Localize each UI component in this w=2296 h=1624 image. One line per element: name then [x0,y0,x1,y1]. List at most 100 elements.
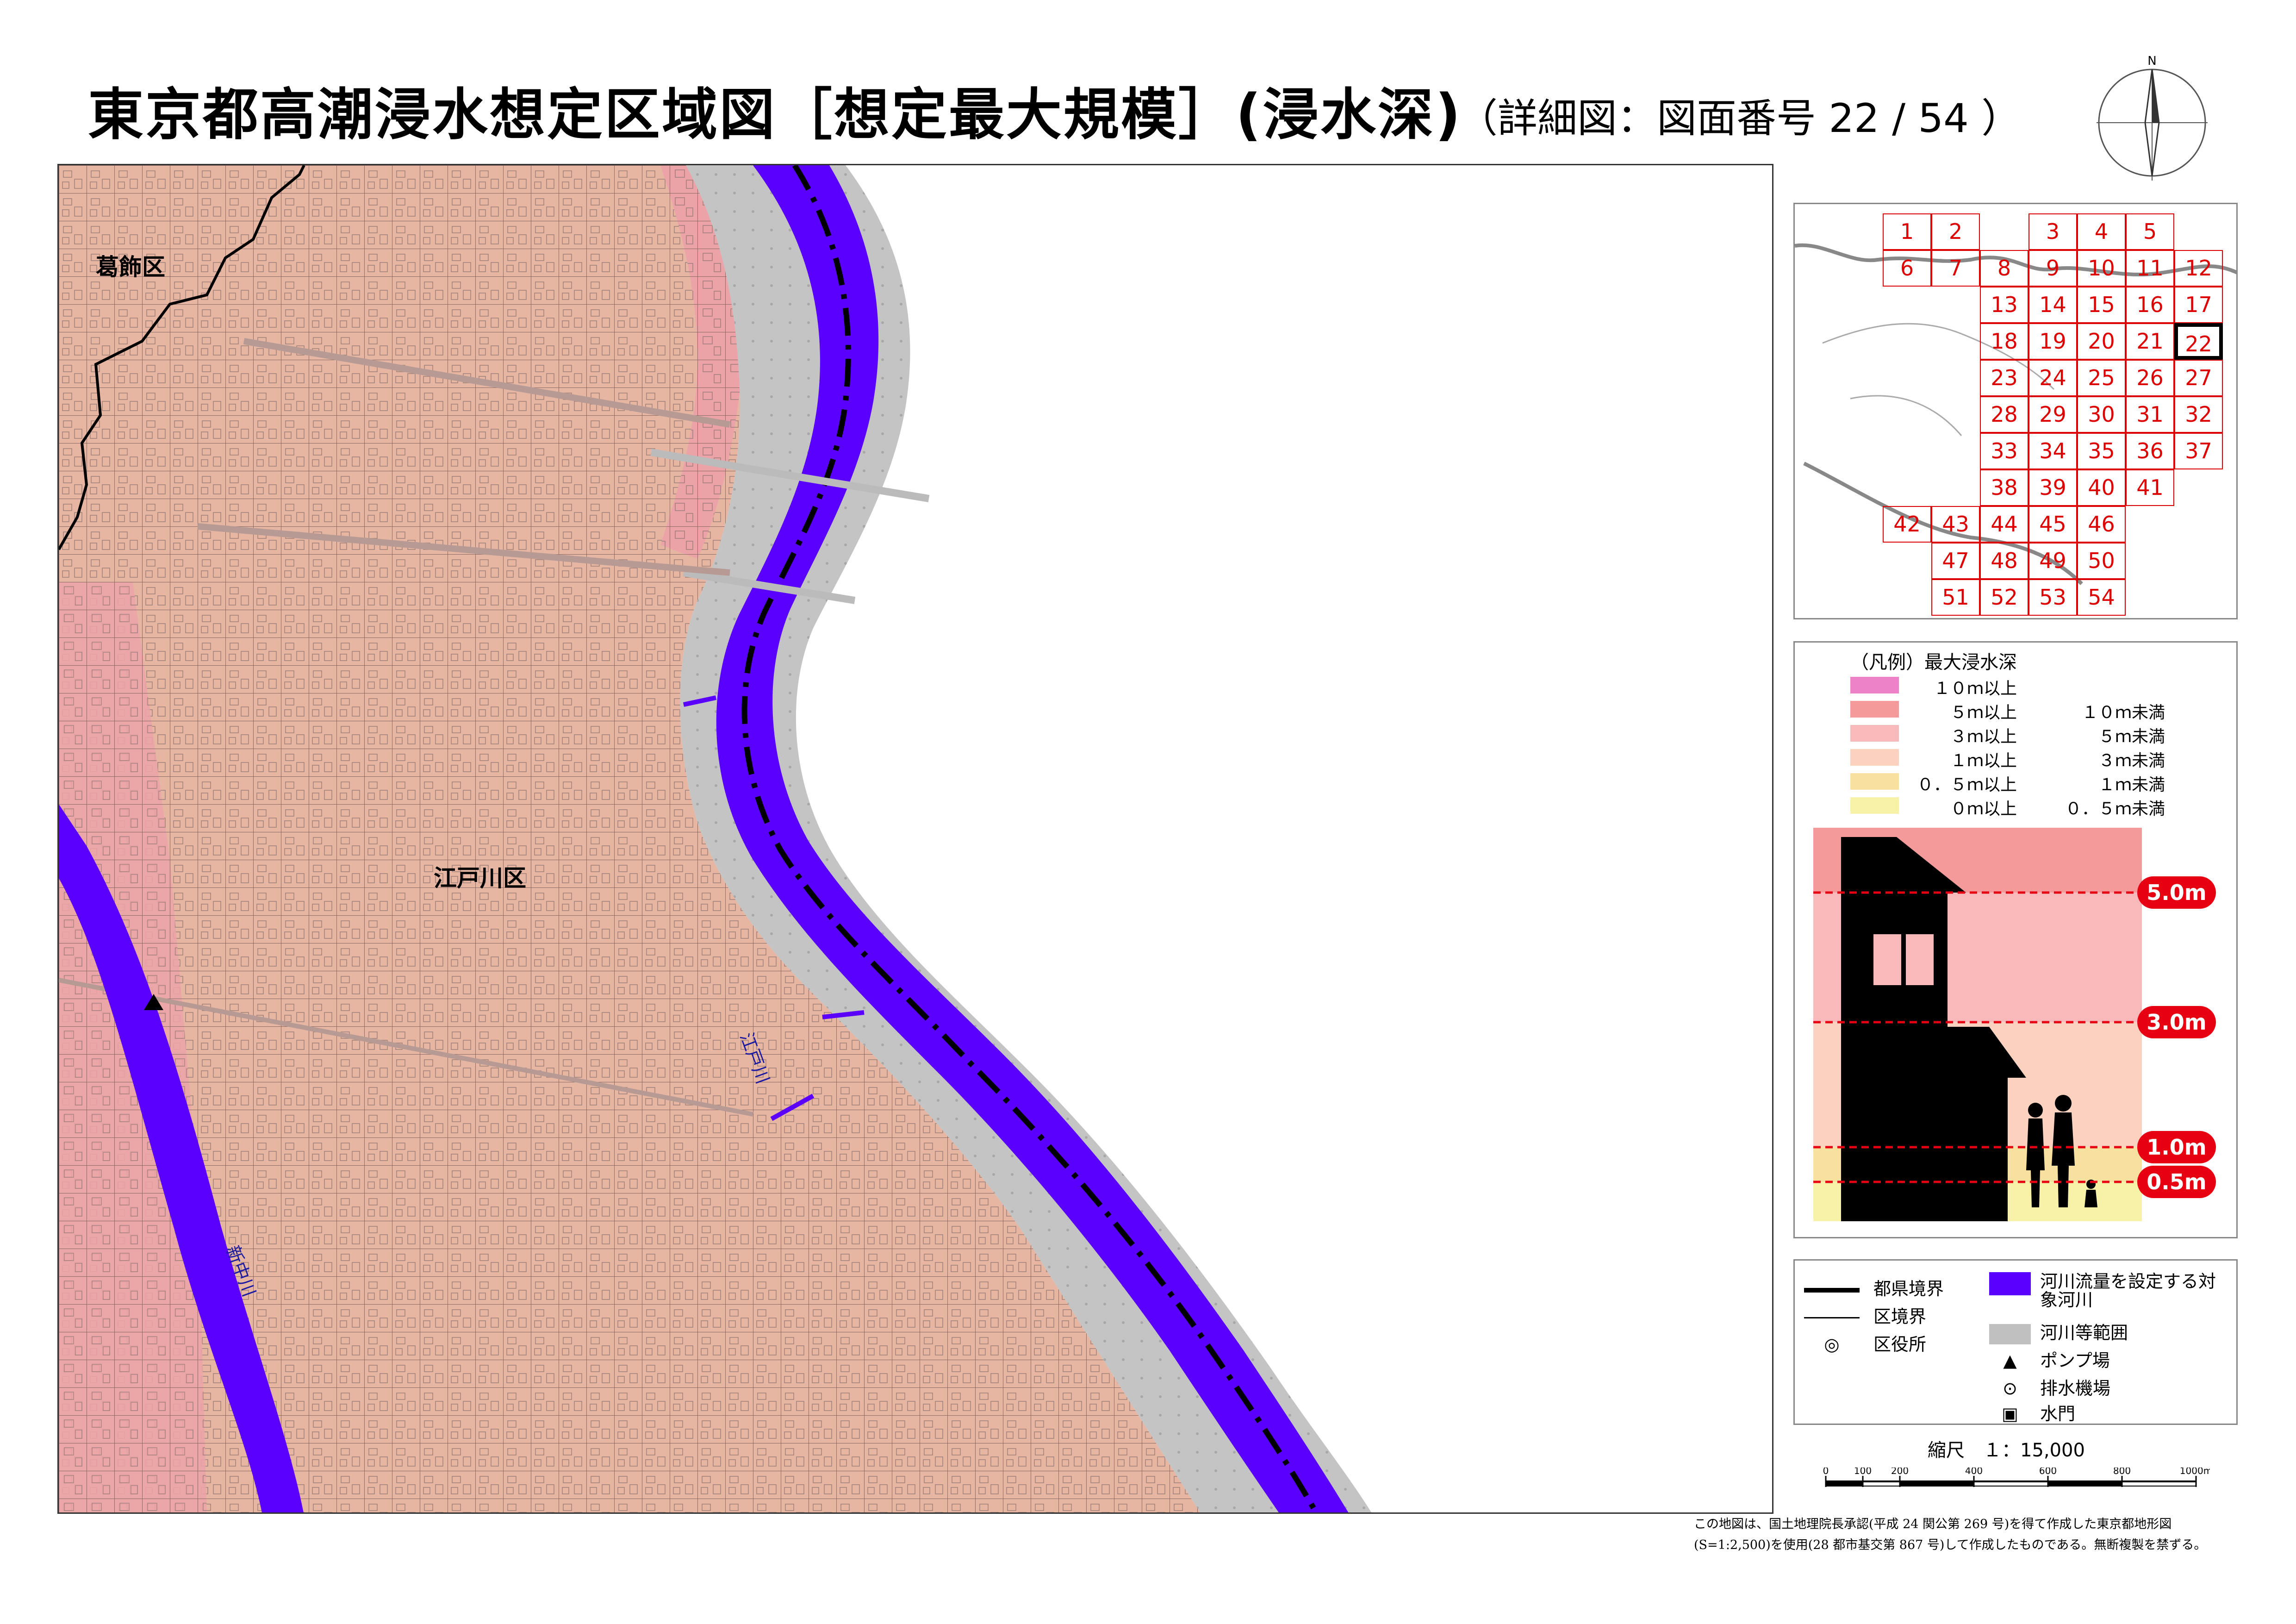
scale-tick-label: 600 [2039,1468,2057,1476]
index-cell-40[interactable]: 40 [2077,469,2126,506]
scale-tick-label: 1000m [2180,1468,2210,1476]
index-cell-45[interactable]: 45 [2028,506,2077,543]
index-cell-6[interactable]: 6 [1883,250,1931,287]
index-cell-27[interactable]: 27 [2174,360,2223,396]
symbol-legend: 都県境界 区境界 ◎ 区役所 河川流量を設定する対象河川 河川等範囲 ▲ ポンプ場 … [1793,1259,2238,1425]
level-badge-05m: 0.5m [2137,1166,2216,1198]
square-dot-icon: ▣ [2002,1404,2018,1424]
index-cell-17[interactable]: 17 [2174,287,2223,323]
index-cell-11[interactable]: 11 [2126,250,2174,287]
map-title: 東京都高潮浸水想定区域図［想定最大規模］(浸水深) [88,83,1462,147]
river-swatch-icon [1989,1272,2031,1295]
index-cell-38[interactable]: 38 [1980,469,2028,506]
index-cell-25[interactable]: 25 [2077,360,2126,396]
double-circle-icon: ◎ [1824,1334,1840,1355]
level-badge-5m: 5.0m [2137,876,2216,909]
index-cell-24[interactable]: 24 [2028,360,2077,396]
scale-tick-label: 400 [1965,1468,1983,1476]
index-cell-20[interactable]: 20 [2077,323,2126,360]
depth-to: １ｍ未満 [2098,775,2165,794]
index-cell-12[interactable]: 12 [2174,250,2223,287]
depth-to: ３ｍ未満 [2098,751,2165,770]
index-cell-18[interactable]: 18 [1980,323,2028,360]
scale-tick-label: 100 [1854,1468,1872,1476]
index-cell-41[interactable]: 41 [2126,469,2174,506]
legend-pump-station: ▲ ポンプ場 [1989,1346,2110,1372]
index-cell-44[interactable]: 44 [1980,506,2028,543]
thin-line-icon [1804,1317,1860,1318]
depth-from: ５ｍ以上 [1950,703,2017,722]
index-cell-3[interactable]: 3 [2028,213,2077,250]
depth-to: ５ｍ未満 [2098,727,2165,746]
depth-from: １ｍ以上 [1950,751,2017,770]
index-cell-4[interactable]: 4 [2077,213,2126,250]
index-cell-42[interactable]: 42 [1883,506,1931,543]
index-cell-49[interactable]: 49 [2028,543,2077,579]
index-map: 1 2 3 4 5 6 7 8 9 10 11 12 13 14 15 16 17 18 19 20 21 22 23 24 2… [1793,203,2238,619]
legend-prefecture-boundary: 都県境界 [1804,1274,1944,1300]
depth-from: ０．５ｍ以上 [1916,775,2017,794]
index-cell-54[interactable]: 54 [2077,579,2126,616]
flood-map[interactable]: 葛飾区 江戸川区 江戸川 新中川 [57,164,1773,1514]
legend-ward-boundary: 区境界 [1804,1302,1926,1328]
copyright-note: この地図は、国土地理院長承認(平成 24 関公第 269 号)を得て作成した東京… [1694,1517,2207,1552]
triangle-icon: ▲ [2003,1350,2017,1371]
scale-bar: 0 100 200 400 600 800 1000m [1817,1465,2212,1509]
index-cell-9[interactable]: 9 [2028,250,2077,287]
ward-label-katsushika: 葛飾区 [96,254,165,281]
index-cell-31[interactable]: 31 [2126,396,2174,433]
map-canvas [59,165,1372,1512]
index-cell-29[interactable]: 29 [2028,396,2077,433]
index-cell-19[interactable]: 19 [2028,323,2077,360]
thick-line-icon [1804,1287,1860,1293]
north-arrow-icon: N [2097,53,2208,183]
legend-target-river: 河川流量を設定する対象河川 [1989,1272,2221,1310]
index-cell-16[interactable]: 16 [2126,287,2174,323]
index-cell-34[interactable]: 34 [2028,433,2077,469]
index-cell-1[interactable]: 1 [1883,213,1931,250]
index-cell-36[interactable]: 36 [2126,433,2174,469]
index-cell-21[interactable]: 21 [2126,323,2174,360]
scale-tick-label: 200 [1891,1468,1909,1476]
index-cell-30[interactable]: 30 [2077,396,2126,433]
index-cell-13[interactable]: 13 [1980,287,2028,323]
index-cell-26[interactable]: 26 [2126,360,2174,396]
index-cell-22[interactable]: 22 [2174,323,2223,360]
depth-from: １０ｍ以上 [1933,679,2017,698]
ward-label-edogawa: 江戸川区 [434,865,526,892]
depth-to: １０ｍ未満 [2081,703,2165,722]
depth-swatch [1850,773,1899,790]
index-cell-46[interactable]: 46 [2077,506,2126,543]
index-cell-2[interactable]: 2 [1931,213,1980,250]
index-cell-8[interactable]: 8 [1980,250,2028,287]
index-cell-51[interactable]: 51 [1931,579,1980,616]
index-cell-53[interactable]: 53 [2028,579,2077,616]
index-cell-23[interactable]: 23 [1980,360,2028,396]
index-cell-32[interactable]: 32 [2174,396,2223,433]
depth-from: ０ｍ以上 [1950,800,2017,818]
index-cell-10[interactable]: 10 [2077,250,2126,287]
river-area-swatch-icon [1989,1324,2031,1344]
index-cell-50[interactable]: 50 [2077,543,2126,579]
legend-river-area: 河川等範囲 [1989,1318,2128,1344]
index-cell-52[interactable]: 52 [1980,579,2028,616]
scale-tick-label: 0 [1823,1468,1829,1476]
index-cell-28[interactable]: 28 [1980,396,2028,433]
dot-circle-icon: ⊙ [2003,1378,2017,1399]
level-badge-3m: 3.0m [2137,1006,2216,1038]
index-cell-33[interactable]: 33 [1980,433,2028,469]
depth-from: ３ｍ以上 [1950,727,2017,746]
index-cell-47[interactable]: 47 [1931,543,1980,579]
index-cell-43[interactable]: 43 [1931,506,1980,543]
index-cell-37[interactable]: 37 [2174,433,2223,469]
index-cell-5[interactable]: 5 [2126,213,2174,250]
depth-swatch [1850,677,1899,693]
index-cell-7[interactable]: 7 [1931,250,1980,287]
index-cell-14[interactable]: 14 [2028,287,2077,323]
legend-sluice-gate: ▣ 水門 [1989,1399,2075,1425]
index-cell-15[interactable]: 15 [2077,287,2126,323]
index-cell-48[interactable]: 48 [1980,543,2028,579]
index-cell-35[interactable]: 35 [2077,433,2126,469]
legend-title: （凡例）最大浸水深 [1850,652,2017,673]
index-cell-39[interactable]: 39 [2028,469,2077,506]
